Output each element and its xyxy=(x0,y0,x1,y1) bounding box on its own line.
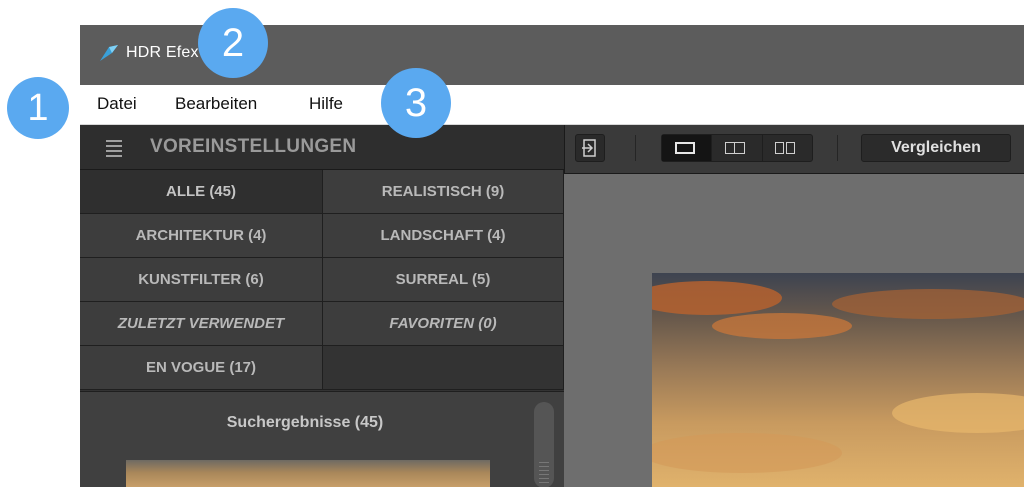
split-view-icon xyxy=(725,142,746,154)
list-icon xyxy=(106,140,122,160)
menu-datei[interactable]: Datei xyxy=(97,94,137,114)
results-title: Suchergebnisse (45) xyxy=(226,414,384,431)
category-realistisch[interactable]: REALISTISCH (9) xyxy=(323,170,564,214)
side-by-side-icon xyxy=(785,142,795,154)
cloud xyxy=(892,393,1024,433)
callout-3: 3 xyxy=(381,68,451,138)
preview-image xyxy=(652,273,1024,487)
toolbar-separator xyxy=(837,135,838,161)
toolbar-separator xyxy=(635,135,636,161)
callout-3-number: 3 xyxy=(404,81,428,125)
scrollbar-grip-icon xyxy=(539,462,549,486)
preview-toolbar: Vergleichen xyxy=(564,125,1024,174)
category-alle[interactable]: ALLE (45) xyxy=(80,170,323,214)
menu-hilfe[interactable]: Hilfe xyxy=(309,94,343,114)
cloud xyxy=(652,433,842,473)
compare-button[interactable]: Vergleichen xyxy=(861,134,1011,162)
menu-bar: Datei Bearbeiten Hilfe xyxy=(80,85,1024,125)
preset-thumbnail[interactable] xyxy=(126,460,490,487)
results-scrollbar[interactable] xyxy=(534,402,554,487)
callout-1-number: 1 xyxy=(27,87,49,129)
cloud xyxy=(832,289,1024,319)
category-kunstfilter[interactable]: KUNSTFILTER (6) xyxy=(80,258,323,302)
callout-2: 2 xyxy=(198,8,268,78)
view-mode-group xyxy=(661,134,813,162)
callout-1: 1 xyxy=(7,77,69,139)
category-en-vogue[interactable]: EN VOGUE (17) xyxy=(80,346,323,390)
category-architektur[interactable]: ARCHITEKTUR (4) xyxy=(80,214,323,258)
cloud xyxy=(652,281,782,315)
presets-panel: VOREINSTELLUNGEN ALLE (45) REALISTISCH (… xyxy=(80,125,564,487)
side-by-side-view-button[interactable] xyxy=(763,135,812,161)
category-surreal[interactable]: SURREAL (5) xyxy=(323,258,564,302)
category-favoriten[interactable]: FAVORITEN (0) xyxy=(323,302,564,346)
cloud xyxy=(712,313,852,339)
presets-title: VOREINSTELLUNGEN xyxy=(150,136,357,157)
single-view-icon xyxy=(675,142,695,154)
menu-bearbeiten[interactable]: Bearbeiten xyxy=(175,94,257,114)
exit-button[interactable] xyxy=(575,134,605,162)
category-zuletzt-verwendet[interactable]: ZULETZT VERWENDET xyxy=(80,302,323,346)
callout-2-number: 2 xyxy=(221,21,245,65)
category-empty-cell xyxy=(323,346,564,390)
app-window: HDR Efex Pro 2 Datei Bearbeiten Hilfe VO… xyxy=(80,25,1024,487)
exit-icon xyxy=(582,139,596,157)
preview-area: Vergleichen xyxy=(564,125,1024,487)
category-landschaft[interactable]: LANDSCHAFT (4) xyxy=(323,214,564,258)
split-view-button[interactable] xyxy=(712,135,763,161)
search-results: Suchergebnisse (45) xyxy=(80,391,564,487)
app-logo-icon xyxy=(100,45,118,61)
category-grid: ALLE (45) REALISTISCH (9) ARCHITEKTUR (4… xyxy=(80,170,564,390)
side-by-side-icon xyxy=(774,142,784,154)
presets-header[interactable]: VOREINSTELLUNGEN xyxy=(80,125,564,170)
single-view-button[interactable] xyxy=(662,135,713,161)
